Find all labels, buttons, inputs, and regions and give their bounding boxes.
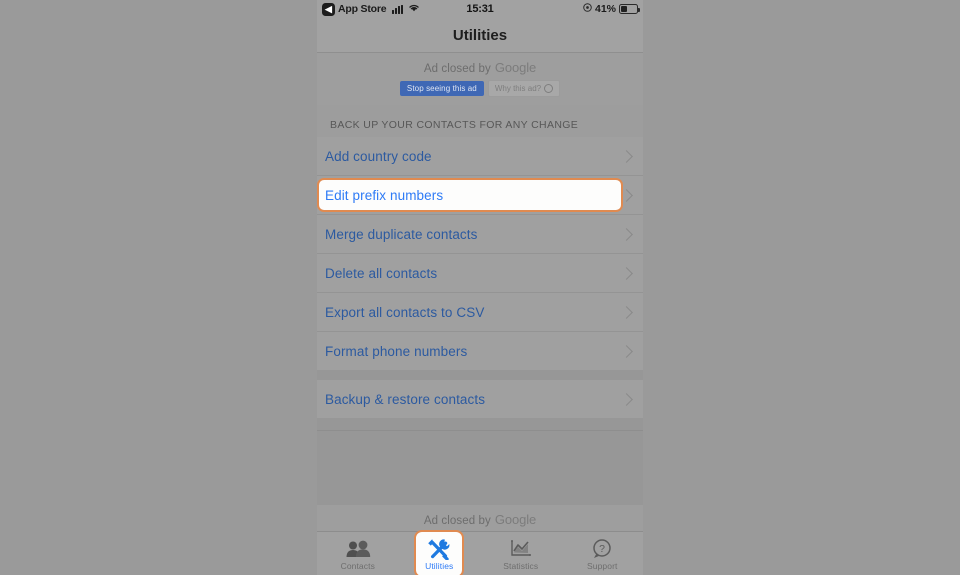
list-item-backup-restore[interactable]: Backup & restore contacts [317, 380, 643, 418]
tab-label: Statistics [503, 561, 539, 571]
tab-utilities[interactable]: Utilities [399, 530, 481, 575]
list-item-label: Add country code [325, 148, 432, 164]
list-item[interactable]: Merge duplicate contacts [317, 215, 643, 254]
battery-icon [619, 4, 640, 14]
list-item-edit-prefix-numbers[interactable]: Edit prefix numbers [317, 176, 643, 215]
phone-screenshot: ◀ App Store 15:31 41% Utilities Ad close… [317, 0, 643, 575]
list-item[interactable]: Export all contacts to CSV [317, 293, 643, 332]
google-brand-bottom: Google [494, 512, 537, 527]
list-group-divider [317, 370, 643, 380]
ad-banner-top: Ad closed by Google Stop seeing this ad … [317, 53, 643, 105]
tab-contacts[interactable]: Contacts [317, 532, 399, 575]
ad-closed-label-bottom: Ad closed by [423, 515, 491, 527]
ad-placeholder-bottom [317, 430, 643, 505]
utilities-list-group-1: Add country code Edit prefix numbers Mer… [317, 137, 643, 370]
ad-closed-text-top: Ad closed by Google [424, 60, 536, 75]
tab-bar: Contacts Utilities Statistics ? Support [317, 530, 644, 575]
ad-buttons-top: Stop seeing this ad Why this ad? [399, 80, 561, 97]
chevron-right-icon [620, 305, 633, 319]
tab-label: Contacts [340, 561, 375, 571]
tools-wrench-hammer-icon [427, 539, 451, 560]
nav-bar: Utilities [317, 18, 643, 53]
list-item-label: Export all contacts to CSV [325, 304, 485, 320]
list-item[interactable]: Delete all contacts [317, 254, 643, 293]
list-bottom-spacer [317, 418, 643, 430]
google-brand-top: Google [494, 60, 537, 75]
chevron-right-icon [620, 344, 633, 358]
chart-statistics-icon [509, 539, 533, 559]
section-header: BACK UP YOUR CONTACTS FOR ANY CHANGE [317, 105, 643, 137]
list-item[interactable]: Add country code [317, 137, 643, 176]
stop-seeing-ad-button-top[interactable]: Stop seeing this ad [399, 81, 484, 96]
list-item-label: Delete all contacts [325, 265, 438, 281]
list-item-label: Format phone numbers [325, 343, 468, 359]
tab-label: Utilities [425, 561, 454, 571]
chevron-right-icon [620, 149, 633, 163]
utilities-list-group-2: Backup & restore contacts [317, 380, 643, 418]
question-speech-bubble-icon: ? [591, 539, 613, 559]
list-item-label: Edit prefix numbers [325, 187, 444, 203]
chevron-right-icon [620, 392, 633, 406]
why-this-ad-label-top: Why this ad? [494, 84, 542, 93]
list-item-label: Merge duplicate contacts [325, 226, 478, 242]
tab-label: Support [587, 561, 618, 571]
status-bar: ◀ App Store 15:31 41% [317, 0, 643, 18]
chevron-right-icon [620, 227, 633, 241]
chevron-right-icon [620, 266, 633, 280]
tab-support[interactable]: ? Support [562, 532, 644, 575]
contacts-people-icon [345, 539, 371, 559]
info-icon [544, 84, 554, 93]
why-this-ad-button-top[interactable]: Why this ad? [487, 80, 561, 97]
tab-statistics[interactable]: Statistics [480, 532, 562, 575]
ad-closed-label-top: Ad closed by [423, 63, 491, 75]
ad-closed-text-bottom: Ad closed by Google [424, 512, 536, 527]
page-title: Utilities [452, 26, 508, 44]
list-item[interactable]: Format phone numbers [317, 332, 643, 370]
svg-text:?: ? [599, 543, 605, 555]
status-bar-clock: 15:31 [466, 3, 494, 15]
list-item-label: Backup & restore contacts [325, 391, 486, 407]
